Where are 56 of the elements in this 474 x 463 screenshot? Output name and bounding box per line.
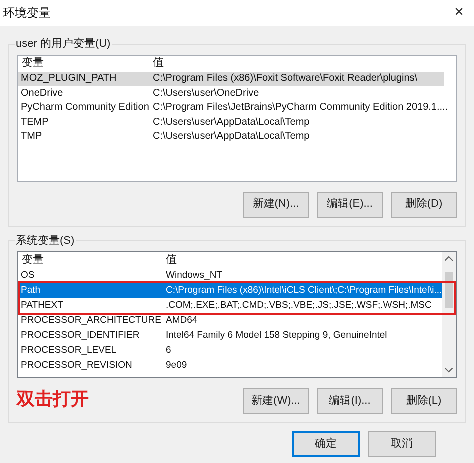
variable-value: AMD64 [165,314,198,327]
dialog-button[interactable]: 确定 [292,431,360,457]
variable-value: C:\Program Files\JetBrains\PyCharm Community Edition 2019.1.... [152,101,448,114]
dialog-button[interactable]: 删除(L) [391,388,457,414]
variable-row[interactable]: PROCESSOR_LEVEL 6 [18,343,442,358]
variable-row[interactable]: MOZ_PLUGIN_PATH C:\Program Files (x86)\Foxit Software\Foxit Reader\plugins\ [18,72,444,86]
variable-name: OneDrive [20,86,64,100]
scroll-up-icon[interactable] [445,256,453,261]
variable-row[interactable]: OneDrive C:\Users\user\OneDrive [18,86,444,100]
variable-name: PATHEXT [20,299,64,312]
dialog-button[interactable]: 取消 [368,431,436,457]
variable-name: TMP [20,130,44,144]
variable-value: .COM;.EXE;.BAT;.CMD;.VBS;.VBE;.JS;.JSE;.WSF;.WSH;.MSC [165,299,432,312]
variable-value: C:\Users\user\AppData\Local\Temp [152,116,310,129]
scroll-thumb[interactable] [445,272,453,308]
variable-value: 6 [165,344,172,357]
variable-name: MOZ_PLUGIN_PATH [20,72,118,86]
variable-row[interactable]: PATHEXT .COM;.EXE;.BAT;.CMD;.VBS;.VBE;.JS;.JSE;.WSF;.WSH;.MSC [18,298,442,313]
dialog-button[interactable]: 新建(W)... [243,388,309,414]
variable-name: PyCharm Community Edition [20,101,150,114]
column-header[interactable]: 值 [151,56,164,72]
variable-name: PROCESSOR_IDENTIFIER [20,329,141,342]
scroll-down-icon[interactable] [445,368,453,373]
variable-row[interactable]: OS Windows_NT [18,268,442,283]
window-title: 环境变量 [3,5,51,22]
dialog-button[interactable]: 删除(D) [391,192,457,218]
annotation-text: 双击打开 [17,389,89,409]
group-label: 系统变量(S) [15,234,76,248]
column-header[interactable]: 值 [164,252,177,268]
variable-row[interactable]: TEMP C:\Users\user\AppData\Local\Temp [18,115,444,130]
variable-name: PROCESSOR_LEVEL [20,344,118,357]
variable-value: 9e09 [165,359,188,372]
dialog-button[interactable]: 新建(N)... [243,192,309,218]
variable-value: C:\Program Files (x86)\Intel\iCLS Client\;C:\Program Files\Intel\i... [165,284,442,297]
variable-value: C:\Users\user\AppData\Local\Temp [152,130,310,144]
variable-row[interactable]: Path C:\Program Files (x86)\Intel\iCLS Client\;C:\Program Files\Intel\i... [18,283,442,298]
variable-name: PROCESSOR_REVISION [20,359,134,372]
variable-value: C:\Program Files (x86)\Foxit Software\Foxit Reader\plugins\ [152,72,418,86]
variable-name: Path [20,284,42,297]
variable-name: OS [20,269,36,282]
variable-row[interactable]: PROCESSOR_IDENTIFIER Intel64 Family 6 Model 158 Stepping 9, GenuineIntel [18,328,442,343]
close-button[interactable]: × [454,5,464,21]
variable-row[interactable]: TMP C:\Users\user\AppData\Local\Temp [18,130,444,144]
variable-name: PROCESSOR_ARCHITECTURE [20,314,162,327]
variable-value: C:\Users\user\OneDrive [152,86,260,100]
column-header[interactable]: 变量 [18,56,151,72]
variable-row[interactable]: PROCESSOR_ARCHITECTURE AMD64 [18,313,442,328]
variable-value: Intel64 Family 6 Model 158 Stepping 9, GenuineIntel [165,329,388,342]
variable-name: TEMP [20,116,50,129]
variable-value: Windows_NT [165,269,222,282]
variable-row[interactable]: PROCESSOR_REVISION 9e09 [18,358,442,373]
dialog-button[interactable]: 编辑(I)... [317,388,383,414]
scrollbar[interactable] [442,252,456,377]
dialog-button[interactable]: 编辑(E)... [317,192,383,218]
group-label: user 的用户变量(U) [15,36,112,52]
column-header[interactable]: 变量 [18,252,164,268]
